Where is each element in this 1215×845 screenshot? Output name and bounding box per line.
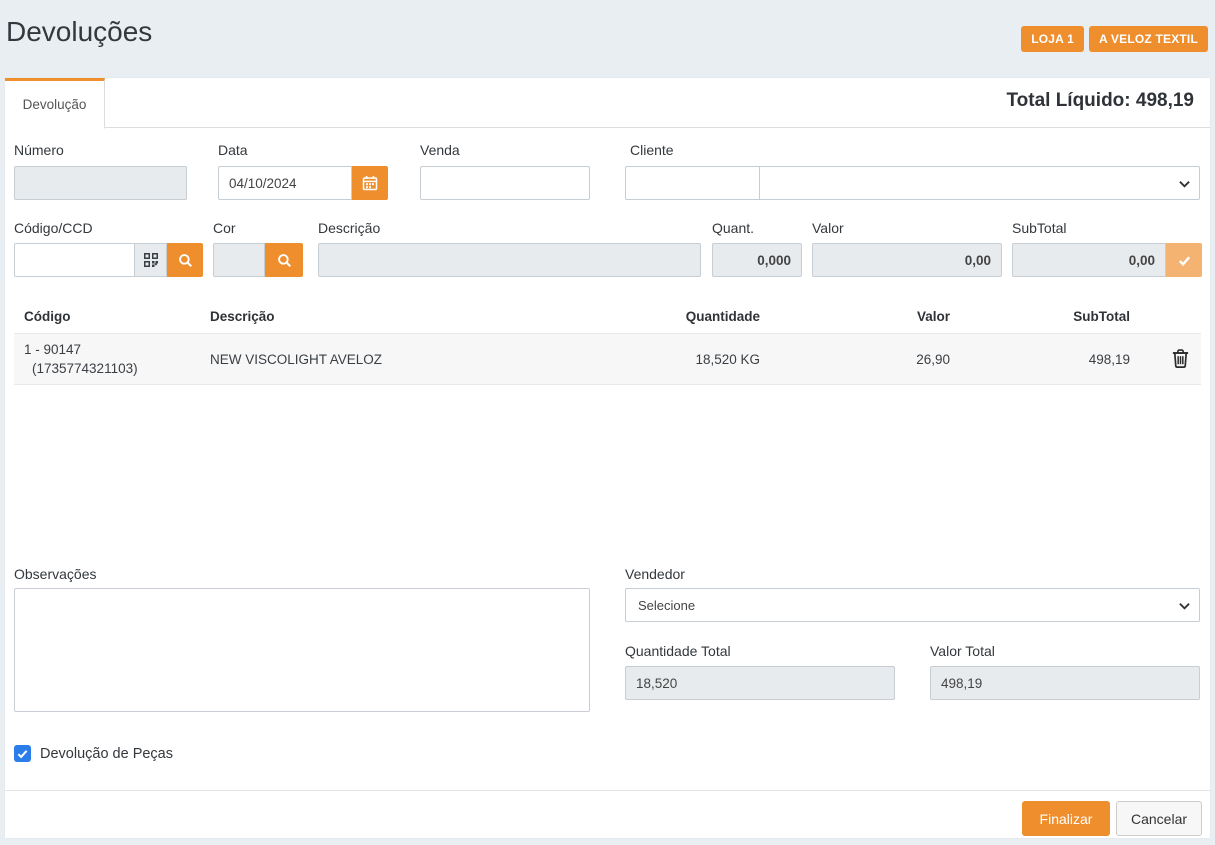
- valor-total-field: [930, 666, 1200, 700]
- quantidade-total-label: Quantidade Total: [625, 643, 731, 659]
- devolucao-pecas-label: Devolução de Peças: [40, 746, 173, 762]
- observacoes-textarea[interactable]: [14, 588, 590, 712]
- header-badges: LOJA 1 A VELOZ TEXTIL: [1021, 26, 1208, 52]
- calendar-icon: [362, 175, 378, 191]
- codigo-value: 1 - 90147: [24, 342, 190, 357]
- search-icon: [277, 253, 292, 268]
- main-panel: Devolução Total Líquido: 498,19 Número D…: [5, 78, 1210, 838]
- items-table-header-row: Código Descrição Quantidade Valor SubTot…: [14, 300, 1201, 334]
- chevron-down-icon: [1179, 180, 1190, 188]
- cell-valor: 26,90: [770, 334, 960, 385]
- cliente-code-field[interactable]: [625, 166, 760, 200]
- valor-total-label: Valor Total: [930, 643, 995, 659]
- numero-field: [14, 166, 187, 200]
- cell-subtotal: 498,19: [960, 334, 1140, 385]
- data-field[interactable]: [218, 166, 352, 200]
- col-valor: Valor: [770, 300, 960, 334]
- descricao-field: [318, 243, 701, 277]
- devolucao-pecas-checkbox[interactable]: [14, 745, 31, 762]
- venda-label: Venda: [420, 142, 460, 158]
- devolucao-pecas-checkbox-row[interactable]: Devolução de Peças: [14, 745, 173, 762]
- vendedor-select[interactable]: Selecione: [625, 588, 1200, 622]
- items-table: Código Descrição Quantidade Valor SubTot…: [14, 300, 1201, 385]
- data-label: Data: [218, 142, 248, 158]
- check-icon: [1177, 253, 1192, 268]
- vendedor-select-value: Selecione: [638, 598, 695, 613]
- footer-divider: [5, 790, 1210, 791]
- qr-code-icon: [144, 253, 158, 267]
- trash-icon: [1172, 349, 1189, 368]
- cor-search-button[interactable]: [265, 243, 303, 277]
- cor-label: Cor: [213, 220, 236, 236]
- vendedor-label: Vendedor: [625, 566, 685, 582]
- cliente-select[interactable]: [760, 166, 1200, 200]
- valor-label: Valor: [812, 220, 844, 236]
- cell-quantidade: 18,520 KG: [500, 334, 770, 385]
- cor-field: [213, 243, 265, 277]
- quant-label: Quant.: [712, 220, 754, 236]
- cell-actions: [1140, 334, 1201, 385]
- venda-field[interactable]: [420, 166, 590, 200]
- codigo-ccd-field[interactable]: [14, 243, 135, 277]
- delete-row-button[interactable]: [1170, 347, 1191, 370]
- subtotal-label: SubTotal: [1012, 220, 1066, 236]
- checkbox-check-icon: [17, 749, 28, 759]
- total-liquido-label: Total Líquido: 498,19: [1006, 90, 1194, 112]
- descricao-label: Descrição: [318, 220, 380, 236]
- numero-label: Número: [14, 142, 64, 158]
- valor-field: [812, 243, 1002, 277]
- codigo-barcode-value: (1735774321103): [24, 361, 190, 376]
- cell-codigo: 1 - 90147 (1735774321103): [14, 334, 200, 385]
- col-actions: [1140, 300, 1201, 334]
- chevron-down-icon: [1179, 602, 1190, 610]
- quant-field: [712, 243, 802, 277]
- observacoes-label: Observações: [14, 566, 96, 582]
- col-quantidade: Quantidade: [500, 300, 770, 334]
- codigo-search-button[interactable]: [167, 243, 203, 277]
- store-badge[interactable]: LOJA 1: [1021, 26, 1084, 52]
- subtotal-field: [1012, 243, 1166, 277]
- page-header: Devoluções LOJA 1 A VELOZ TEXTIL: [0, 0, 1215, 78]
- col-codigo: Código: [14, 300, 200, 334]
- tab-devolucao[interactable]: Devolução: [5, 78, 105, 129]
- codigo-ccd-label: Código/CCD: [14, 220, 93, 236]
- page-title: Devoluções: [6, 16, 152, 48]
- confirm-item-button[interactable]: [1166, 243, 1202, 277]
- col-descricao: Descrição: [200, 300, 500, 334]
- table-row: 1 - 90147 (1735774321103) NEW VISCOLIGHT…: [14, 334, 1201, 385]
- tab-bar: Devolução Total Líquido: 498,19: [5, 78, 1210, 128]
- company-badge[interactable]: A VELOZ TEXTIL: [1089, 26, 1208, 52]
- cliente-label: Cliente: [630, 142, 674, 158]
- search-icon: [178, 253, 193, 268]
- barcode-scan-button[interactable]: [135, 243, 167, 277]
- col-subtotal: SubTotal: [960, 300, 1140, 334]
- finalizar-button[interactable]: Finalizar: [1022, 801, 1110, 836]
- cancelar-button[interactable]: Cancelar: [1116, 801, 1202, 836]
- calendar-button[interactable]: [352, 166, 388, 200]
- quantidade-total-field: [625, 666, 895, 700]
- cell-descricao: NEW VISCOLIGHT AVELOZ: [200, 334, 500, 385]
